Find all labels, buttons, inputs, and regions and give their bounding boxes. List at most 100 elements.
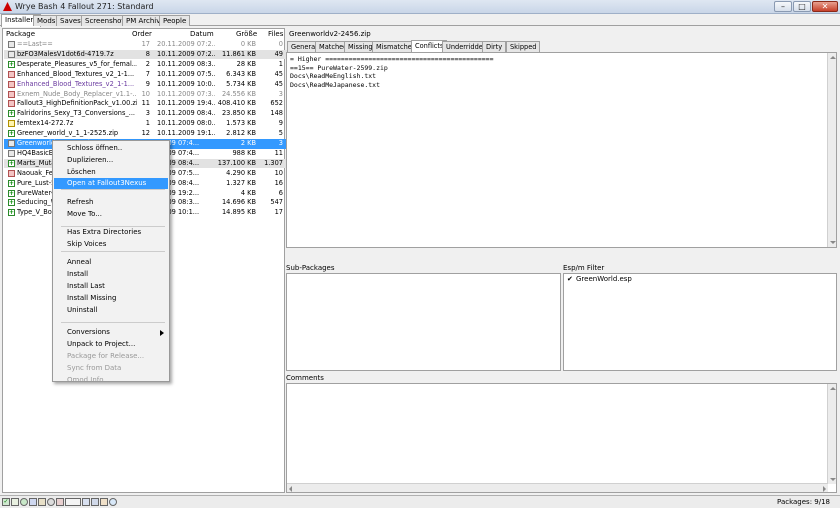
menu-item-label: Sync from Data xyxy=(67,364,122,372)
column-header-date[interactable]: Datum xyxy=(190,29,214,40)
scroll-up-icon[interactable] xyxy=(830,387,836,390)
espm-filter-list[interactable]: ✔ GreenWorld.esp xyxy=(563,273,837,371)
menu-item[interactable]: Duplizieren... xyxy=(54,155,168,166)
document-icon[interactable] xyxy=(82,498,90,506)
column-header-order[interactable]: Order xyxy=(132,29,152,40)
table-row[interactable]: ==Last== 17 20.11.2009 07:2... 0 KB 0 xyxy=(4,40,288,50)
tab-dirty[interactable]: Dirty xyxy=(482,41,507,52)
comments-scrollbar-vertical[interactable] xyxy=(827,384,836,484)
minimize-button[interactable]: – xyxy=(774,1,792,12)
package-status-icon xyxy=(8,90,15,98)
window-title: Wrye Bash 4 Fallout 271: Standard xyxy=(15,2,154,11)
tool-icon[interactable] xyxy=(56,498,64,506)
order-cell: 8 xyxy=(145,49,150,58)
package-name-cell: Fallout3_HighDefinitionPack_v1.00.zip xyxy=(17,99,137,108)
package-status-icon xyxy=(8,41,15,48)
order-cell: 1 xyxy=(145,119,150,128)
files-cell: 148 xyxy=(270,109,283,118)
package-name-cell: Desperate_Pleasures_v5_for_femal... xyxy=(17,59,137,68)
scroll-right-icon[interactable] xyxy=(823,486,826,492)
conflicts-panel[interactable]: = Higher ===============================… xyxy=(286,52,837,248)
menu-item[interactable]: Install xyxy=(54,269,168,280)
files-cell: 1.307 xyxy=(264,158,283,167)
checkbox-icon[interactable]: ✔ xyxy=(567,276,574,283)
close-button[interactable]: ✕ xyxy=(812,1,838,12)
menu-item[interactable]: Move To... xyxy=(54,209,168,220)
package-name-cell: Falridorins_Sexy_T3_Conversions_... xyxy=(17,109,136,118)
table-row[interactable]: femtex14-272.7z 1 10.11.2009 08:0... 1.573 … xyxy=(4,119,288,129)
size-cell: 24.556 KB xyxy=(221,89,256,98)
files-cell: 11 xyxy=(274,148,283,157)
help-icon[interactable] xyxy=(109,498,117,506)
size-cell: 11.861 KB xyxy=(221,49,256,58)
maximize-button[interactable]: □ xyxy=(793,1,811,12)
table-row[interactable]: Fallout3_HighDefinitionPack_v1.00.zip 11 1… xyxy=(4,99,288,109)
files-cell: 5 xyxy=(278,129,283,138)
menu-item[interactable]: Refresh xyxy=(54,197,168,208)
fomm-icon[interactable] xyxy=(65,498,81,506)
espm-item: GreenWorld.esp xyxy=(576,275,632,283)
files-cell: 17 xyxy=(274,208,283,217)
check-icon[interactable]: ✓ xyxy=(2,498,10,506)
tab-skipped[interactable]: Skipped xyxy=(506,41,541,52)
package-status-icon: + xyxy=(8,110,15,118)
menu-item[interactable]: Löschen xyxy=(54,167,168,178)
scroll-left-icon[interactable] xyxy=(289,486,292,492)
comments-box[interactable] xyxy=(286,383,837,493)
table-row[interactable]: Enhanced_Blood_Textures_v2_1-1... 9 10.11.… xyxy=(4,80,288,90)
table-row[interactable]: + Desperate_Pleasures_v5_for_femal... 2 10.… xyxy=(4,60,288,70)
size-cell: 2.812 KB xyxy=(226,129,256,138)
package-status-icon xyxy=(8,140,15,147)
column-header-files[interactable]: Files xyxy=(268,29,283,40)
menu-item-label: Anneal xyxy=(67,258,92,266)
folder-icon[interactable] xyxy=(29,498,37,506)
menu-item[interactable]: Conversions xyxy=(54,327,168,338)
menu-item[interactable]: Skip Voices xyxy=(54,239,168,250)
gear-icon[interactable] xyxy=(47,498,55,506)
menu-item-label: Unpack to Project... xyxy=(67,340,136,348)
menu-item[interactable]: Uninstall xyxy=(54,305,168,316)
menu-item-label: Refresh xyxy=(67,198,94,206)
package-name-cell: ==Last== xyxy=(17,40,53,48)
date-cell: 10.11.2009 19:4... xyxy=(157,99,215,108)
scroll-up-icon[interactable] xyxy=(830,56,836,59)
box-icon[interactable] xyxy=(11,498,19,506)
size-cell: 4 KB xyxy=(240,188,256,197)
menu-item[interactable]: Schloss öffnen.. xyxy=(54,143,168,154)
table-row[interactable]: bzFO3MalesV1dot6d-4719.7z 8 10.11.2009 07:… xyxy=(4,49,288,60)
menu-item-label: Move To... xyxy=(67,210,102,218)
table-row[interactable]: + Falridorins_Sexy_T3_Conversions_... 3 10.… xyxy=(4,109,288,119)
page-icon[interactable] xyxy=(100,498,108,506)
submenu-arrow-icon xyxy=(160,330,164,336)
monitor-icon[interactable] xyxy=(91,498,99,506)
menu-item[interactable]: Anneal xyxy=(54,257,168,268)
comments-scrollbar-horizontal[interactable] xyxy=(287,483,828,492)
comments-label: Comments xyxy=(286,374,324,382)
menu-item-label: Skip Voices xyxy=(67,240,107,248)
package-name-cell: Exnem_Nude_Body_Replacer_v1.1-... xyxy=(17,89,137,98)
green-circle-icon[interactable] xyxy=(20,498,28,506)
app-icon xyxy=(3,2,12,11)
table-row[interactable]: + Greener_world_v_1_1-2525.zip 12 10.11.200… xyxy=(4,129,288,139)
table-row[interactable]: Exnem_Nude_Body_Replacer_v1.1-... 10 10.11… xyxy=(4,90,288,100)
menu-item[interactable]: Unpack to Project... xyxy=(54,339,168,350)
column-header-size[interactable]: Größe xyxy=(236,29,257,40)
table-row[interactable]: Enhanced_Blood_Textures_v2_1-1... 7 10.11.… xyxy=(4,70,288,80)
tool-icon[interactable] xyxy=(38,498,46,506)
size-cell: 23.850 KB xyxy=(221,109,256,118)
files-cell: 3 xyxy=(278,89,283,98)
subpackages-list[interactable] xyxy=(286,273,561,371)
menu-item[interactable]: Install Missing xyxy=(54,293,168,304)
scroll-down-icon[interactable] xyxy=(830,478,836,481)
files-cell: 652 xyxy=(270,99,283,108)
conflicts-scrollbar[interactable] xyxy=(827,53,836,247)
scroll-down-icon[interactable] xyxy=(830,241,836,244)
menu-item[interactable]: Install Last xyxy=(54,281,168,292)
column-header-package[interactable]: Package xyxy=(6,29,35,40)
menu-item-label: Install xyxy=(67,270,89,278)
menu-separator xyxy=(61,226,165,227)
files-cell: 10 xyxy=(274,168,283,177)
tab-people[interactable]: People xyxy=(159,15,191,26)
menu-item[interactable]: Open at Fallout3Nexus xyxy=(54,178,168,189)
menu-item[interactable]: Has Extra Directories xyxy=(54,227,168,238)
